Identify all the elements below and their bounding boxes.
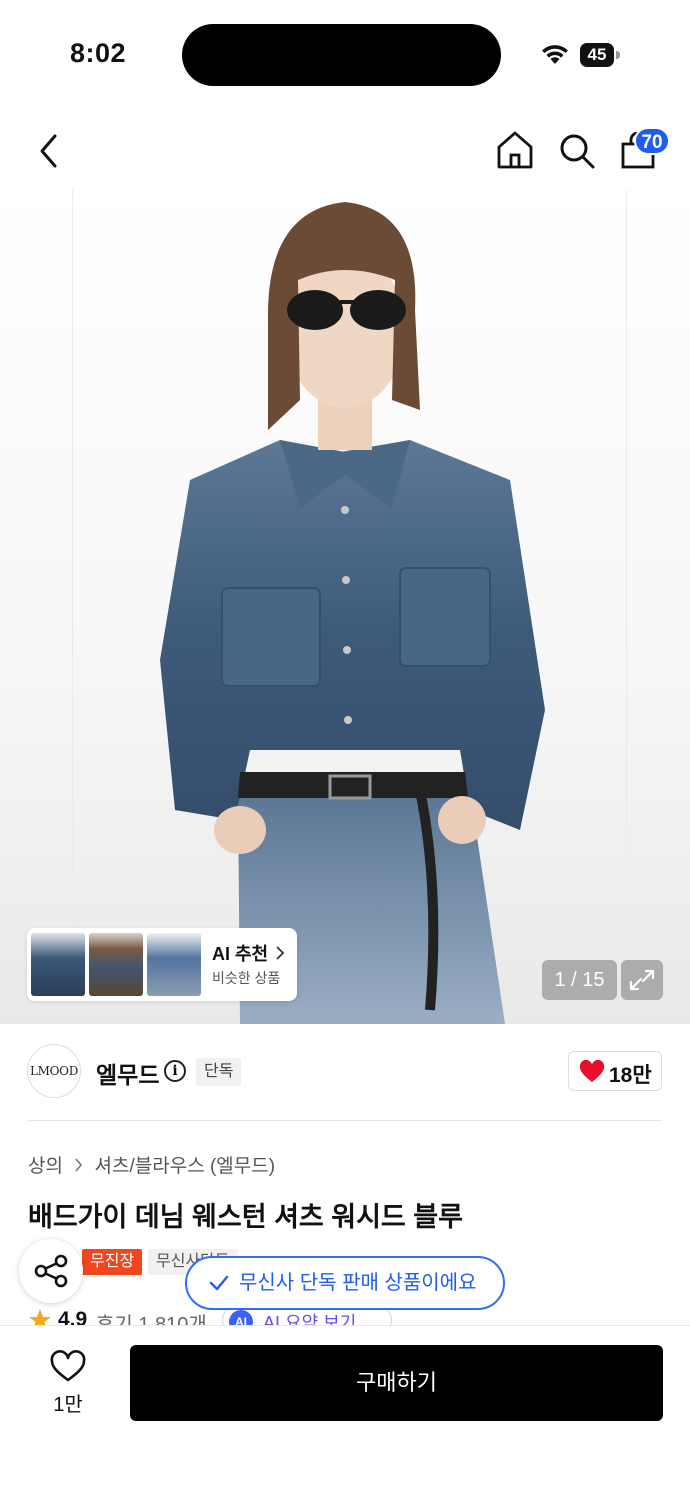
rating-value: 4.9 <box>58 1308 88 1325</box>
ai-recommend-subtitle: 비슷한 상품 <box>212 970 281 986</box>
chevron-right-icon <box>74 1156 83 1178</box>
status-time: 8:02 <box>70 38 127 68</box>
breadcrumb-item[interactable]: 셔츠/블라우스 (엘무드) <box>95 1156 276 1177</box>
wishlist-count: 1만 <box>53 1394 83 1416</box>
brand-like-button[interactable]: 18만 <box>568 1051 662 1091</box>
info-icon[interactable]: i <box>164 1060 186 1082</box>
ai-recommend-card[interactable]: AI 추천 비슷한 상품 <box>27 928 297 1001</box>
buy-button[interactable]: 구매하기 <box>130 1345 663 1421</box>
chevron-left-icon <box>40 134 57 168</box>
share-icon <box>34 1254 68 1288</box>
model-illustration <box>160 202 545 1024</box>
heart-filled-icon <box>579 1060 605 1082</box>
product-title: 배드가이 데님 웨스턴 셔츠 워시드 블루 <box>28 1202 463 1232</box>
battery-icon: 45 <box>580 43 622 67</box>
wifi-icon <box>540 42 570 71</box>
home-button[interactable] <box>496 130 534 175</box>
exclusive-toast: 무신사 단독 판매 상품이에요 <box>185 1256 505 1310</box>
divider <box>27 1120 662 1121</box>
brand-name[interactable]: 엘무드 <box>96 1056 159 1090</box>
cart-count-badge: 70 <box>634 127 670 155</box>
exclusive-badge: 단독 <box>196 1058 242 1086</box>
brand-like-count: 18만 <box>609 1064 652 1087</box>
thumbnail-image <box>31 933 85 996</box>
search-button[interactable] <box>558 132 596 175</box>
ai-recommend-title: AI 추천 <box>212 940 285 966</box>
thumbnail-image <box>147 933 201 996</box>
chevron-right-icon <box>276 946 285 960</box>
star-icon <box>29 1309 51 1325</box>
ai-summary-label: AI 요약 보기 <box>263 1313 357 1325</box>
search-icon <box>560 134 595 169</box>
breadcrumb: 상의 셔츠/블라우스 (엘무드) <box>28 1151 275 1178</box>
review-count[interactable]: 후기 1,810개 <box>96 1308 207 1325</box>
battery-level: 45 <box>580 43 614 67</box>
promo-tag: 무진장 <box>82 1249 143 1275</box>
toast-message: 무신사 단독 판매 상품이에요 <box>239 1272 477 1294</box>
home-icon <box>497 131 533 169</box>
back-button[interactable] <box>34 132 64 175</box>
product-image[interactable]: AI 추천 비슷한 상품 1 / 15 <box>0 190 690 1024</box>
ai-icon: AI <box>229 1310 253 1325</box>
dynamic-island <box>182 24 501 86</box>
page-indicator: 1 / 15 <box>542 960 617 1000</box>
expand-icon <box>629 969 655 991</box>
check-icon <box>209 1275 229 1291</box>
thumbnail-image <box>89 933 143 996</box>
brand-logo[interactable]: LMOOD <box>27 1044 81 1098</box>
expand-button[interactable] <box>621 960 663 1000</box>
wishlist-button[interactable]: 1만 <box>40 1348 96 1418</box>
heart-outline-icon <box>50 1350 86 1382</box>
breadcrumb-item[interactable]: 상의 <box>28 1156 63 1177</box>
share-button[interactable] <box>19 1239 83 1303</box>
